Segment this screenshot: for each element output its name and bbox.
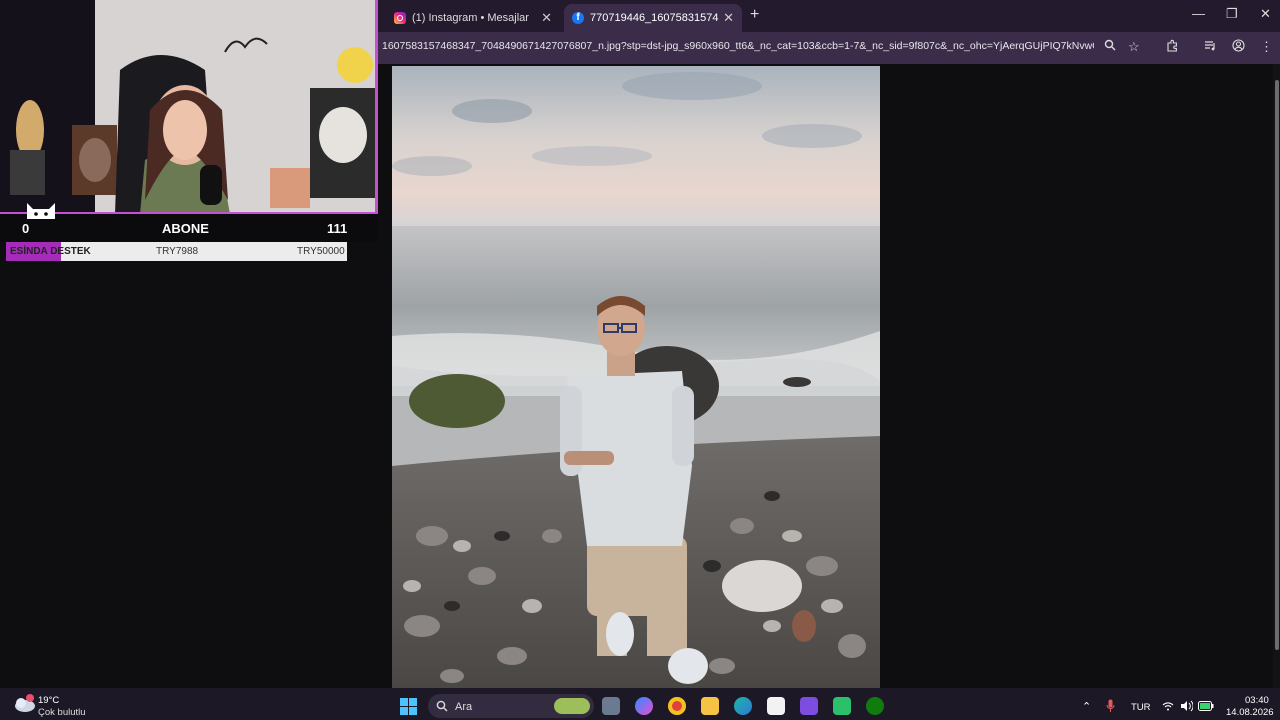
scrollbar-thumb[interactable] [1275,80,1279,650]
subscriber-title: ABONE [162,221,209,236]
facebook-icon: f [572,12,584,24]
search-icon [436,700,448,712]
window-close-button[interactable]: ✕ [1260,6,1271,22]
menu-dots-icon[interactable]: ⋮ [1260,39,1273,55]
file-explorer-icon[interactable] [701,697,719,715]
xbox-icon[interactable] [866,697,884,715]
microsoft-store-icon[interactable] [767,697,785,715]
instagram-icon [394,12,406,24]
cat-logo-icon [27,203,55,219]
close-icon[interactable]: ✕ [541,10,552,26]
count-right: 111 [327,221,348,236]
weather-description[interactable]: Çok bulutlu [38,707,86,718]
minimize-button[interactable]: — [1192,6,1205,21]
chevron-up-icon[interactable]: ⌃ [1082,700,1091,713]
clock-date[interactable]: 14.08.2026 [1226,707,1274,718]
volume-icon[interactable] [1180,700,1193,712]
copilot-icon[interactable] [635,697,653,715]
restore-button[interactable]: ❐ [1226,6,1238,22]
task-view-icon[interactable] [602,697,620,715]
media-control-icon[interactable] [1204,39,1217,55]
donation-goal-target: TRY50000 [297,246,345,257]
new-tab-button[interactable]: + [750,6,759,24]
bookmark-star-icon[interactable]: ☆ [1128,39,1140,55]
tab-title: 770719446_160758315746834… [590,12,719,24]
battery-icon[interactable] [1198,701,1214,711]
chrome-icon[interactable] [668,697,686,715]
tab-image[interactable]: f 770719446_160758315746834… ✕ [564,4,742,32]
microphone-icon[interactable] [1106,699,1115,713]
search-highlight-icon [554,698,590,714]
edge-icon[interactable] [734,697,752,715]
clock-time[interactable]: 03:40 [1245,695,1269,706]
zoom-icon[interactable] [1104,39,1116,54]
close-icon[interactable]: ✕ [723,10,734,26]
screen: (1) Instagram • Mesajlar ✕ f 770719446_1… [0,0,1280,720]
donation-goal-label: ESİNDA DESTEK [10,246,91,257]
search-placeholder: Ara [455,701,473,713]
donation-goal-current: TRY7988 [156,246,199,257]
beach-photo [392,66,880,688]
whatsapp-icon[interactable] [833,697,851,715]
tab-instagram[interactable]: (1) Instagram • Mesajlar ✕ [386,4,560,32]
wifi-icon[interactable] [1162,701,1174,711]
webcam-overlay [0,0,378,214]
app-icon[interactable] [800,697,818,715]
weather-temperature[interactable]: 19°C [38,695,59,706]
browser-toolbar: 1607583157468347_7048490671427076807_n.j… [378,32,1280,64]
extensions-icon[interactable] [1166,39,1179,55]
language-indicator[interactable]: TUR [1131,702,1151,713]
windows-start-icon[interactable] [400,698,417,715]
address-bar[interactable]: 1607583157468347_7048490671427076807_n.j… [382,40,1094,52]
profile-icon[interactable] [1232,39,1245,55]
count-left: 0 [22,221,30,236]
weather-cloud-icon[interactable] [12,694,36,714]
tab-title: (1) Instagram • Mesajlar [412,12,529,24]
